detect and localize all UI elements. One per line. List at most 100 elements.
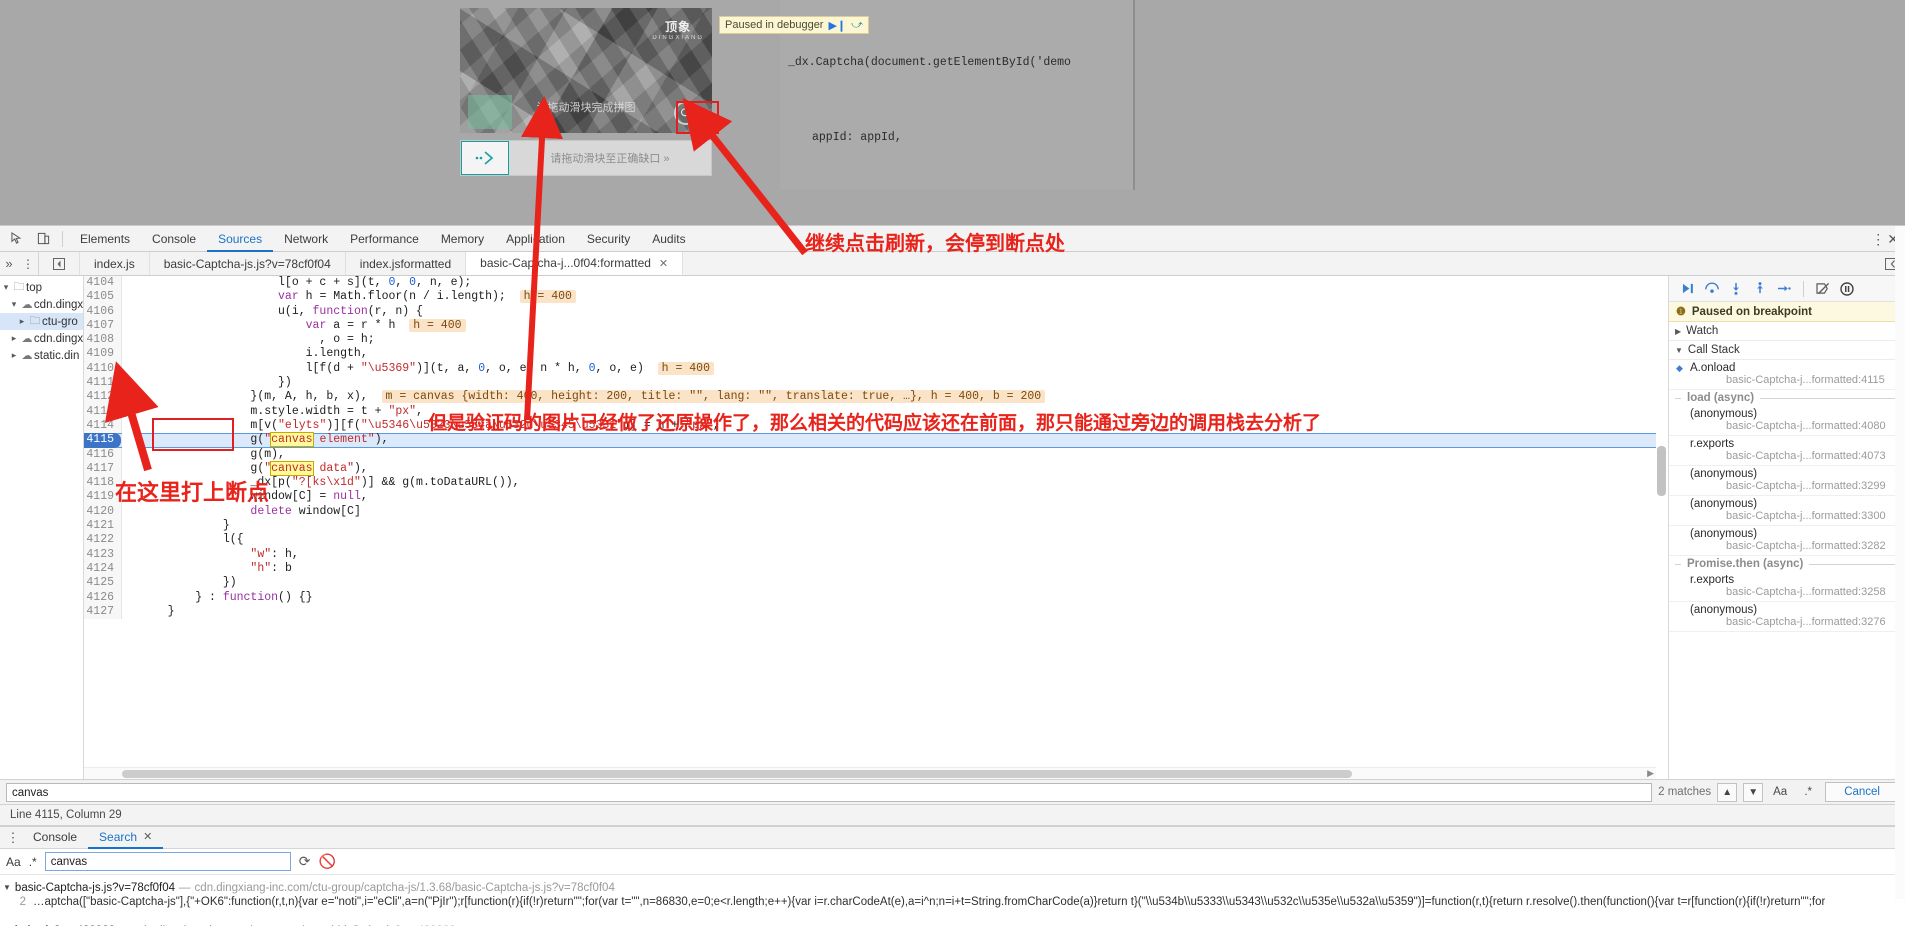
tab-network[interactable]: Network [273, 226, 339, 252]
call-stack-frame[interactable]: (anonymous)basic-Captcha-j...formatted:3… [1669, 526, 1905, 556]
line-number[interactable]: 4121 [84, 519, 122, 533]
line-gutter[interactable] [122, 333, 140, 347]
line-number[interactable]: 4108 [84, 333, 122, 347]
call-stack-frame[interactable]: ◆A.onloadbasic-Captcha-j...formatted:411… [1669, 360, 1905, 390]
settings-kebab-icon[interactable]: ⋮ [1871, 232, 1885, 246]
code-line[interactable]: 4111 }) [84, 376, 1656, 390]
code-line[interactable]: 4119 window[C] = null, [84, 490, 1656, 504]
tab-security[interactable]: Security [576, 226, 641, 252]
nav-item-static-din[interactable]: ▸ ☁ static.din [0, 347, 83, 364]
line-gutter[interactable] [122, 433, 140, 447]
chevron-right-icon[interactable]: ▸ [16, 316, 28, 327]
resume-icon[interactable]: ▶❙ [828, 19, 846, 32]
drawer-tab-search[interactable]: Search ✕ [88, 827, 163, 849]
step-over-icon[interactable] [1701, 278, 1723, 300]
nav-item-cdn-dingx-2[interactable]: ▸ ☁ cdn.dingx [0, 330, 83, 347]
line-number[interactable]: 4125 [84, 576, 122, 590]
line-number[interactable]: 4105 [84, 290, 122, 304]
code-line[interactable]: 4116 g(m), [84, 448, 1656, 462]
file-tab-navigate-icon[interactable] [39, 252, 80, 275]
clear-icon[interactable]: 🚫 [318, 853, 335, 870]
line-gutter[interactable] [122, 533, 140, 547]
code-line[interactable]: 4108 , o = h; [84, 333, 1656, 347]
code-line[interactable]: 4124 "h": b [84, 562, 1656, 576]
call-stack-frame[interactable]: r.exportsbasic-Captcha-j...formatted:325… [1669, 572, 1905, 602]
line-number[interactable]: 4116 [84, 448, 122, 462]
step-out-icon[interactable] [1749, 278, 1771, 300]
code-line[interactable]: 4122 l({ [84, 533, 1656, 547]
line-number[interactable]: 4106 [84, 305, 122, 319]
line-gutter[interactable] [122, 562, 140, 576]
code-line[interactable]: 4127 } [84, 605, 1656, 619]
editor-vertical-scrollbar[interactable] [1657, 276, 1666, 779]
drawer-more-icon[interactable]: ⋮ [4, 830, 22, 846]
nav-item-top[interactable]: ▾ 🗀 top [0, 279, 83, 296]
editor-horizontal-scrollbar[interactable]: ▶ [84, 767, 1656, 779]
chevron-down-icon[interactable]: ▼ [1675, 346, 1683, 355]
code-line[interactable]: 4121 } [84, 519, 1656, 533]
pause-on-exceptions-icon[interactable] [1836, 278, 1858, 300]
call-stack-section-header[interactable]: ▼ Call Stack [1669, 341, 1905, 360]
nav-item-ctu-group[interactable]: ▸ 🗀 ctu-gro [0, 313, 83, 330]
line-gutter[interactable] [122, 290, 140, 304]
code-line[interactable]: 4118 _dx[p("?[ks\x1d")] && g(m.toDataURL… [84, 476, 1656, 490]
line-gutter[interactable] [122, 405, 140, 419]
line-gutter[interactable] [122, 448, 140, 462]
source-code-editor[interactable]: 4104 l[o + c + s](t, 0, 0, n, e);4105 va… [84, 276, 1668, 779]
chevron-right-icon[interactable]: ▸ [8, 350, 20, 361]
line-number[interactable]: 4111 [84, 376, 122, 390]
line-gutter[interactable] [122, 419, 140, 433]
call-stack-frame[interactable]: (anonymous)basic-Captcha-j...formatted:3… [1669, 602, 1905, 632]
regex-toggle[interactable]: .* [1797, 783, 1819, 802]
tab-memory[interactable]: Memory [430, 226, 495, 252]
line-gutter[interactable] [122, 376, 140, 390]
chevron-down-icon[interactable]: ▼ [1743, 783, 1763, 802]
file-tab-basic-captcha-js[interactable]: basic-Captcha-js.js?v=78cf0f04 [150, 252, 346, 275]
chevron-right-icon[interactable]: ▶ [1647, 768, 1654, 779]
file-tab-index-js[interactable]: index.js [80, 252, 150, 275]
call-stack-frame[interactable]: (anonymous)basic-Captcha-j...formatted:3… [1669, 496, 1905, 526]
line-number[interactable]: 4124 [84, 562, 122, 576]
navigator-more-icon[interactable]: ⋮ [18, 252, 38, 275]
captcha-slider-handle[interactable] [461, 141, 509, 175]
chevron-down-icon[interactable]: ▾ [0, 282, 12, 293]
call-stack-frame[interactable]: (anonymous)basic-Captcha-j...formatted:3… [1669, 466, 1905, 496]
match-case-toggle[interactable]: Aa [6, 855, 21, 869]
code-line[interactable]: 4117 g("canvas data"), [84, 462, 1656, 476]
chevron-down-icon[interactable]: ▾ [8, 299, 20, 310]
close-icon[interactable]: ✕ [659, 257, 668, 270]
line-gutter[interactable] [122, 319, 140, 333]
tab-audits[interactable]: Audits [641, 226, 696, 252]
line-gutter[interactable] [122, 347, 140, 361]
inspect-icon[interactable] [4, 227, 30, 251]
code-line[interactable]: 4110 l[f(d + "\u5369")](t, a, 0, o, e, n… [84, 362, 1656, 376]
call-stack-frame[interactable]: r.exportsbasic-Captcha-j...formatted:407… [1669, 436, 1905, 466]
tab-performance[interactable]: Performance [339, 226, 430, 252]
file-tab-basic-captcha-formatted[interactable]: basic-Captcha-j...0f04:formatted ✕ [466, 252, 683, 275]
tab-elements[interactable]: Elements [69, 226, 141, 252]
search-result-file[interactable]: ▼index.js?_t=439928—cdn.dingxiang-inc.co… [0, 922, 1905, 926]
code-line[interactable]: 4115 g("canvas element"), [84, 433, 1656, 447]
line-number[interactable]: 4114 [84, 419, 122, 433]
line-number[interactable]: 4126 [84, 591, 122, 605]
search-result-file[interactable]: ▼basic-Captcha-js.js?v=78cf0f04—cdn.ding… [0, 879, 1905, 896]
captcha-slider-track[interactable]: 请拖动滑块至正确缺口 » [460, 140, 712, 176]
line-number[interactable]: 4117 [84, 462, 122, 476]
line-number[interactable]: 4109 [84, 347, 122, 361]
code-line[interactable]: 4104 l[o + c + s](t, 0, 0, n, e); [84, 276, 1656, 290]
line-number[interactable]: 4113 [84, 405, 122, 419]
line-gutter[interactable] [122, 576, 140, 590]
devtools-scrollbar[interactable] [1895, 226, 1905, 899]
code-line[interactable]: 4125 }) [84, 576, 1656, 590]
line-gutter[interactable] [122, 591, 140, 605]
chevron-down-icon[interactable]: ▼ [3, 883, 11, 892]
code-line[interactable]: 4120 delete window[C] [84, 505, 1656, 519]
line-gutter[interactable] [122, 519, 140, 533]
code-line[interactable]: 4126 } : function() {} [84, 591, 1656, 605]
navigator-expand-icon[interactable]: » [0, 252, 18, 275]
match-case-toggle[interactable]: Aa [1769, 783, 1791, 802]
tab-application[interactable]: Application [495, 226, 576, 252]
drawer-tab-console[interactable]: Console [22, 827, 88, 849]
deactivate-breakpoints-icon[interactable] [1812, 278, 1834, 300]
find-input[interactable]: canvas [6, 783, 1652, 802]
